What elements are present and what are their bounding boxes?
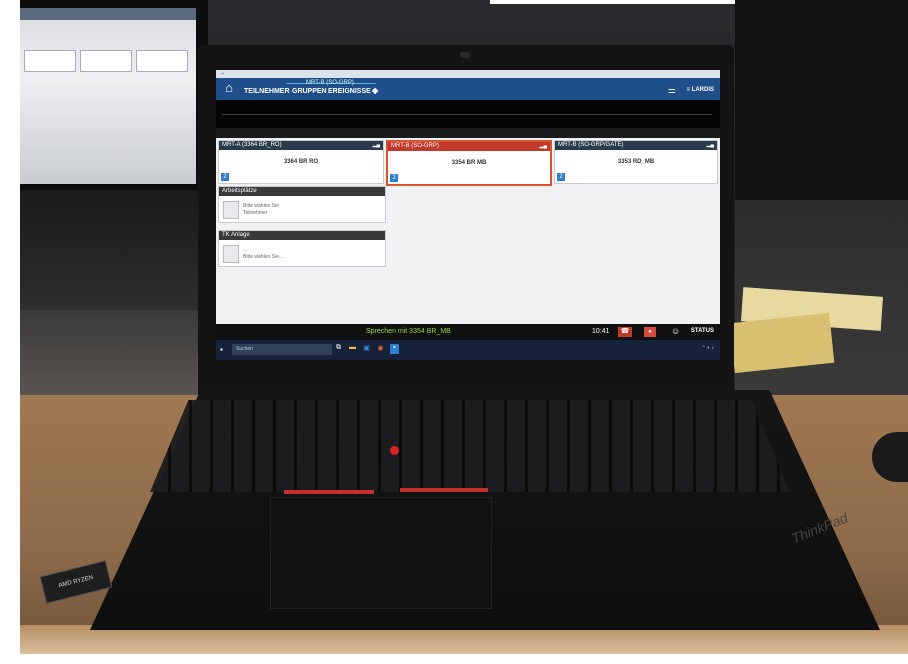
- card-body: 3353 RD_MB: [617, 159, 655, 165]
- browser-icon[interactable]: ◉: [376, 344, 385, 354]
- participant-card[interactable]: MRT-A (3364 BR_RO) ▂▄ 3364 BR RO 2: [218, 140, 384, 184]
- left-monitor: [0, 0, 208, 215]
- card-title: MRT-B (SO-GRP): [391, 143, 439, 149]
- card-title: MRT-A (3364 BR_RO): [222, 142, 282, 148]
- window-app-icon: ▪: [222, 71, 224, 77]
- system-tray: ⌃ ◐ ♪: [701, 345, 715, 351]
- panel-title: TK Anlage: [219, 231, 385, 240]
- taskbar-search-input[interactable]: Suchen: [232, 344, 332, 355]
- card-header: MRT-A (3364 BR_RO) ▂▄: [219, 141, 383, 150]
- tab-gruppen[interactable]: GRUPPEN: [292, 88, 327, 95]
- location-pin-icon[interactable]: ◈: [372, 86, 378, 95]
- tab-ereignisse[interactable]: EREIGNISSE: [328, 88, 371, 95]
- explorer-icon[interactable]: ▬: [348, 344, 357, 354]
- window-titlebar: ▪: [216, 70, 720, 78]
- card-header: MRT-B (SO-GRP/GATE) ▂▄: [555, 141, 717, 150]
- app-icon[interactable]: ▪: [390, 344, 399, 354]
- image-border: [0, 0, 20, 664]
- call-status-text: Sprechen mit 3354 BR_MB: [366, 328, 451, 335]
- participant-card[interactable]: MRT-B (SO-GRP/GATE) ▂▄ 3353 RD_MB 2: [554, 140, 718, 184]
- app-header: ⌂ MRT-B (SO-GRP) TEILNEHMER GRUPPEN EREI…: [216, 78, 720, 100]
- card-title: MRT-B (SO-GRP/GATE): [558, 142, 624, 148]
- tab-teilnehmer[interactable]: TEILNEHMER: [244, 88, 290, 95]
- store-icon[interactable]: ▣: [362, 344, 371, 354]
- left-monitor-tile: [24, 50, 76, 72]
- book: [729, 312, 835, 374]
- hangup-icon[interactable]: ☎: [618, 327, 632, 337]
- left-monitor-tile: [136, 50, 188, 72]
- image-border: [0, 654, 908, 664]
- card-body: 3364 BR RO: [283, 159, 319, 165]
- windows-taskbar: ▪ Suchen ⧉ ▬ ▣ ◉ ▪ ⌃ ◐ ♪: [216, 340, 720, 360]
- home-icon[interactable]: ⌂: [222, 81, 236, 95]
- clock: 10:41: [592, 328, 610, 335]
- window-title: MRT-B (SO-GRP): [306, 80, 354, 86]
- card-badge: 2: [557, 173, 565, 181]
- trackpoint-button-right: [400, 488, 488, 492]
- sliders-icon[interactable]: ⚌: [668, 85, 676, 96]
- status-bar: Sprechen mit 3354 BR_MB 10:41 ☎ ● ☺ STAT…: [216, 324, 720, 340]
- trackpoint: [390, 446, 399, 455]
- card-body: 3354 BR MB: [451, 160, 487, 166]
- person-icon[interactable]: ☺: [671, 326, 680, 336]
- left-monitor-tile: [80, 50, 132, 72]
- webcam-icon: [460, 52, 470, 58]
- list-item[interactable]: ... Bitte wählen Sie...: [219, 240, 385, 266]
- tk-panel: TK Anlage ... Bitte wählen Sie...: [218, 230, 386, 267]
- list-item[interactable]: Bitte wählen Sie Teilnehmer: [219, 196, 385, 222]
- timeline-line: [222, 114, 712, 115]
- participant-cards: MRT-A (3364 BR_RO) ▂▄ 3364 BR RO 2 MRT-B …: [218, 140, 718, 186]
- card-badge: 2: [390, 174, 398, 182]
- workstation-icon: [223, 201, 239, 219]
- left-monitor-screen: [20, 8, 196, 184]
- lock-icon[interactable]: ●: [644, 327, 656, 337]
- participant-card-active[interactable]: MRT-B (SO-GRP) ▂▄ 3354 BR MB 2: [386, 140, 552, 186]
- card-header: MRT-B (SO-GRP) ▂▄: [388, 142, 550, 151]
- status-button[interactable]: STATUS: [691, 328, 714, 334]
- trackpad: [270, 497, 492, 609]
- timeline-scale: [216, 128, 720, 138]
- task-view-icon[interactable]: ⧉: [334, 344, 343, 354]
- brand-label: LARDIS: [691, 87, 714, 93]
- trackpoint-button-left: [284, 490, 374, 494]
- workstations-panel: Arbeitsplätze Bitte wählen Sie Teilnehmer: [218, 186, 386, 223]
- cables-area: [0, 190, 208, 310]
- list-item-text: Bitte wählen Sie Teilnehmer: [243, 203, 279, 216]
- start-icon[interactable]: ▪: [220, 345, 223, 354]
- keyboard: [150, 400, 790, 492]
- timeline-band: [216, 100, 720, 128]
- panel-title: Arbeitsplätze: [219, 187, 385, 196]
- signal-icon: ▂▄: [539, 143, 547, 149]
- signal-icon: ▂▄: [706, 142, 714, 148]
- photo-scene: ▪ ⌂ MRT-B (SO-GRP) TEILNEHMER GRUPPEN ER…: [0, 0, 908, 664]
- phone-system-icon: [223, 245, 239, 263]
- right-monitor: [735, 0, 908, 200]
- laptop-screen: ▪ ⌂ MRT-B (SO-GRP) TEILNEHMER GRUPPEN ER…: [216, 70, 720, 360]
- card-badge: 2: [221, 173, 229, 181]
- left-monitor-titlebar: [20, 8, 196, 20]
- menu-brand[interactable]: ≡ LARDIS: [686, 87, 714, 93]
- desk-items: [20, 310, 205, 395]
- signal-icon: ▂▄: [372, 142, 380, 148]
- list-item-text: ... Bitte wählen Sie...: [243, 247, 284, 260]
